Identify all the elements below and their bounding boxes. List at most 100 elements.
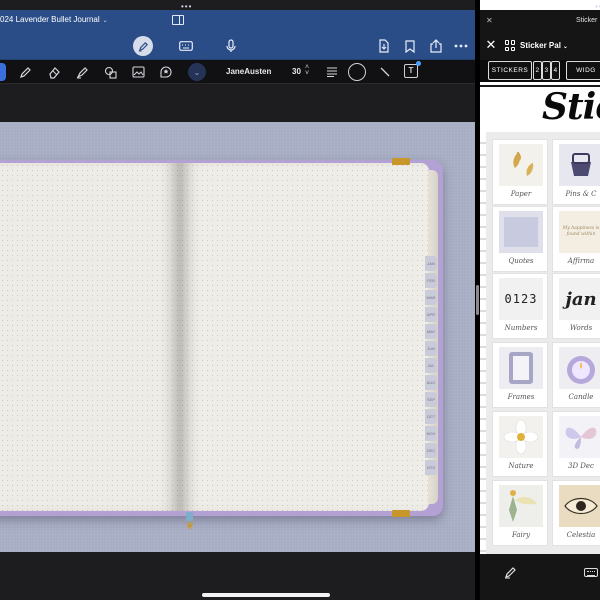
highlighter-icon[interactable]	[73, 63, 91, 81]
more-icon[interactable]	[452, 37, 470, 55]
quote-thumbnail	[499, 211, 543, 253]
document-title-menu[interactable]: 024 Lavender Bullet Journal ⌄	[0, 15, 108, 24]
line-tool-icon[interactable]	[376, 63, 394, 81]
home-indicator[interactable]	[202, 593, 330, 597]
color-dot	[352, 67, 362, 77]
month-tab[interactable]: JAN	[425, 256, 437, 271]
category-card-3d-decor[interactable]: 3D Dec	[552, 411, 600, 477]
category-label: Fairy	[511, 531, 531, 539]
store-heading: Stick	[542, 86, 600, 128]
month-tab[interactable]: NTS	[425, 460, 437, 475]
ink-color-swatch[interactable]	[348, 63, 366, 81]
sticker-icon[interactable]	[157, 63, 175, 81]
selected-tool-button[interactable]	[0, 63, 6, 81]
eraser-icon[interactable]	[45, 63, 63, 81]
flower-thumbnail	[499, 416, 543, 458]
month-tab[interactable]: MAR	[425, 290, 437, 305]
month-tab[interactable]: JUL	[425, 358, 437, 373]
pen-mode-icon	[138, 41, 148, 52]
ribbon-bookmark: ❦	[184, 512, 196, 546]
category-card-words[interactable]: jan Words	[552, 273, 600, 339]
words-thumbnail: jan	[559, 278, 600, 320]
pen-mode-button[interactable]	[133, 36, 153, 56]
image-icon[interactable]	[129, 63, 147, 81]
shapes-icon[interactable]	[101, 63, 119, 81]
close-window-icon[interactable]: ✕	[486, 16, 493, 25]
store-tab-banner: STICKERS 2 3 4 WIDG	[480, 60, 600, 82]
tab-grid-icon[interactable]	[505, 40, 516, 51]
font-size-stepper-icon[interactable]: ˄ ˅	[305, 64, 309, 77]
bookmark-icon[interactable]	[401, 37, 419, 55]
site-title-menu[interactable]: Sticker Pal ⌄	[520, 41, 568, 50]
microphone-icon[interactable]	[222, 37, 240, 55]
month-tab[interactable]: NOV	[425, 426, 437, 441]
pen-icon[interactable]	[504, 566, 517, 582]
binder-clip-thumbnail	[559, 144, 600, 186]
split-view-screen: ••• 024 Lavender Bullet Journal ⌄ ⌄ Jane…	[0, 0, 600, 600]
chevron-down-icon: ⌄	[102, 18, 108, 24]
pen-icon[interactable]	[16, 63, 34, 81]
text-align-icon[interactable]	[323, 63, 341, 81]
month-tab[interactable]: SEP	[425, 392, 437, 407]
font-size-value[interactable]: 30	[292, 67, 301, 76]
divider-handle[interactable]	[476, 285, 479, 315]
category-card-paper[interactable]: Paper	[492, 139, 548, 205]
browser-nav-bar: ✕ Sticker Pal ⌄	[480, 32, 600, 60]
category-label: Frames	[507, 393, 535, 401]
split-view-icon[interactable]	[172, 15, 184, 25]
category-card-nature[interactable]: Nature	[492, 411, 548, 477]
chevron-down-icon: ⌄	[562, 44, 568, 50]
notes-app-window: ••• 024 Lavender Bullet Journal ⌄ ⌄ Jane…	[0, 0, 475, 600]
month-tab[interactable]: DEC	[425, 443, 437, 458]
fairy-thumbnail	[499, 485, 543, 527]
month-tab[interactable]: JUN	[425, 341, 437, 356]
document-title: 024 Lavender Bullet Journal	[0, 15, 100, 24]
keyboard-icon[interactable]	[584, 568, 598, 577]
gold-clip-bottom	[392, 510, 410, 517]
candle-thumbnail	[559, 347, 600, 389]
category-card-candles[interactable]: Candle	[552, 342, 600, 408]
month-tab[interactable]: AUG	[425, 375, 437, 390]
wheat-charm-icon: ❦	[185, 520, 195, 532]
category-label: Celestia	[566, 531, 596, 539]
tab-2[interactable]: 2	[533, 61, 542, 80]
category-label: Pins & C	[565, 190, 597, 198]
keyboard-icon[interactable]	[177, 37, 195, 55]
toolbar-collapse-chevron-icon[interactable]: ⌄	[188, 63, 206, 81]
tab-widgets[interactable]: WIDG	[566, 61, 600, 80]
tab-3[interactable]: 3	[542, 61, 551, 80]
category-label: Words	[569, 324, 593, 332]
share-icon[interactable]	[427, 37, 445, 55]
category-card-fairy[interactable]: Fairy	[492, 480, 548, 546]
month-tab[interactable]: FEB	[425, 273, 437, 288]
category-card-affirmations[interactable]: My happiness is found within Affirma	[552, 206, 600, 272]
window-title: Sticker	[576, 17, 598, 24]
month-tab[interactable]: APR	[425, 307, 437, 322]
month-tab[interactable]: MAY	[425, 324, 437, 339]
journal-left-page[interactable]	[0, 163, 180, 511]
canvas-top-margin	[0, 85, 475, 122]
export-icon[interactable]	[375, 37, 393, 55]
right-title-bar: ✕ Sticker	[480, 10, 600, 32]
category-card-numbers[interactable]: 0123 Numbers	[492, 273, 548, 339]
month-tab[interactable]: OCT	[425, 409, 437, 424]
category-card-frames[interactable]: Frames	[492, 342, 548, 408]
butterfly-thumbnail	[559, 416, 600, 458]
category-card-quotes[interactable]: Quotes	[492, 206, 548, 272]
tab-4[interactable]: 4	[551, 61, 560, 80]
font-name-picker[interactable]: JaneAusten	[226, 67, 271, 76]
browser-app-window: ••• ✕ Sticker ✕ Sticker Pal⌄ STICKERS 2 …	[480, 0, 600, 600]
tab-stickers[interactable]: STICKERS	[488, 61, 532, 80]
category-card-pins-clips[interactable]: Pins & C	[552, 139, 600, 205]
journal-right-page[interactable]	[180, 163, 429, 511]
gold-leaf-thumbnail	[499, 144, 543, 186]
category-label: Nature	[508, 462, 534, 470]
close-icon[interactable]: ✕	[484, 38, 498, 52]
text-box-icon[interactable]: T	[404, 61, 421, 78]
words-sample: jan	[565, 288, 597, 310]
category-card-celestial[interactable]: Celestia	[552, 480, 600, 546]
gold-clip-top	[392, 158, 410, 165]
browser-bottom-bar	[480, 554, 600, 600]
category-label: Quotes	[508, 257, 534, 265]
category-label: Affirma	[567, 257, 595, 265]
